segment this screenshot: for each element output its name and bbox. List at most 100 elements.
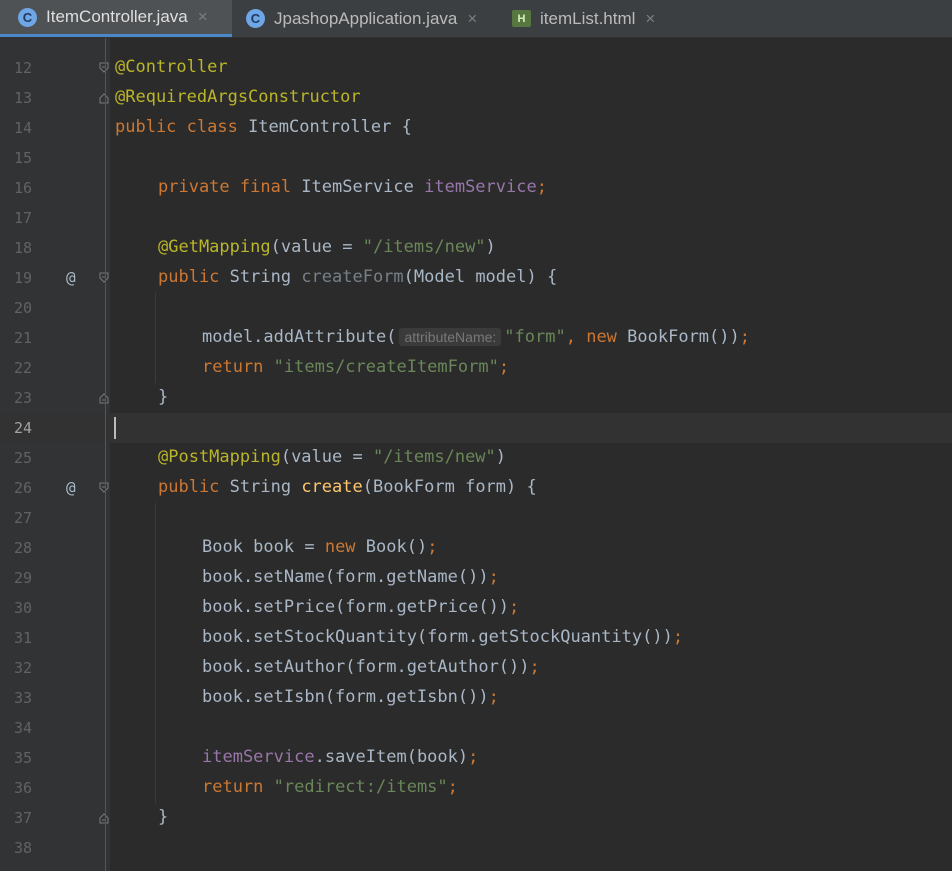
text-caret — [114, 417, 116, 439]
code-text: } — [158, 807, 169, 827]
override-marker-icon[interactable]: @ — [66, 478, 76, 497]
line-number: 14 — [13, 119, 32, 137]
code-text: model.addAttribute(attributeName: "form",… — [202, 327, 750, 347]
code-line[interactable]: 15 — [0, 143, 952, 173]
code-editor[interactable]: 11 12 @Controller 13 @RequiredArgsConstr… — [0, 38, 952, 871]
tab-jpashop-application[interactable]: C JpashopApplication.java × — [246, 0, 477, 37]
code-line[interactable]: 11 — [0, 38, 952, 45]
tab-item-controller[interactable]: C ItemController.java × — [0, 0, 232, 37]
tab-item-list-html[interactable]: H itemList.html × — [512, 0, 655, 37]
code-line[interactable]: 13 @RequiredArgsConstructor — [0, 83, 952, 113]
close-icon[interactable]: × — [645, 9, 655, 29]
code-line[interactable]: 33 book.setIsbn(form.getIsbn()); — [0, 683, 952, 713]
line-number: 35 — [13, 749, 32, 767]
fold-arrow-icon[interactable] — [99, 62, 109, 74]
line-number: 21 — [13, 329, 32, 347]
code-line[interactable]: 12 @Controller — [0, 53, 952, 83]
line-number: 28 — [13, 539, 32, 557]
java-class-icon: C — [18, 7, 37, 27]
override-marker-icon[interactable]: @ — [66, 268, 76, 287]
code-line[interactable]: 21 model.addAttribute(attributeName: "for… — [0, 323, 952, 353]
fold-end-icon[interactable] — [99, 92, 109, 104]
line-number: 38 — [13, 839, 32, 857]
code-text: private final ItemService itemService; — [158, 177, 547, 197]
line-number: 15 — [13, 149, 32, 167]
line-number: 34 — [13, 719, 32, 737]
line-number: 37 — [13, 809, 32, 827]
line-number: 16 — [13, 179, 32, 197]
fold-arrow-icon[interactable] — [99, 482, 109, 494]
line-number: 26 — [13, 479, 32, 497]
line-number: 12 — [13, 59, 32, 77]
line-number: 32 — [13, 659, 32, 677]
code-line[interactable]: 32 book.setAuthor(form.getAuthor()); — [0, 653, 952, 683]
line-number: 13 — [13, 89, 32, 107]
line-number: 25 — [13, 449, 32, 467]
code-text: @Controller — [115, 57, 228, 77]
fold-guide-line — [105, 38, 106, 871]
code-line[interactable]: 18 @GetMapping(value = "/items/new") — [0, 233, 952, 263]
indent-guide — [155, 293, 156, 383]
code-line[interactable]: 17 — [0, 203, 952, 233]
code-line[interactable]: 37 } — [0, 803, 952, 833]
fold-end-icon[interactable] — [99, 392, 109, 404]
code-line[interactable]: 36 return "redirect:/items"; — [0, 773, 952, 803]
line-number: 33 — [13, 689, 32, 707]
line-number: 20 — [13, 299, 32, 317]
line-number: 36 — [13, 779, 32, 797]
code-text: return "redirect:/items"; — [202, 777, 458, 797]
code-line[interactable]: 29 book.setName(form.getName()); — [0, 563, 952, 593]
code-line[interactable]: 38 — [0, 833, 952, 863]
code-line[interactable]: 26 @ public String create(BookForm form)… — [0, 473, 952, 503]
fold-arrow-icon[interactable] — [99, 272, 109, 284]
html-file-icon: H — [512, 10, 531, 27]
code-text: @GetMapping(value = "/items/new") — [158, 237, 496, 257]
line-number: 30 — [13, 599, 32, 617]
close-icon[interactable]: × — [467, 9, 477, 29]
parameter-hint: attributeName: — [399, 328, 502, 346]
code-line[interactable]: 25 @PostMapping(value = "/items/new") — [0, 443, 952, 473]
code-text: book.setName(form.getName()); — [202, 567, 499, 587]
code-line[interactable]: 31 book.setStockQuantity(form.getStockQu… — [0, 623, 952, 653]
line-number: 11 — [0, 38, 32, 39]
line-number: 17 — [13, 209, 32, 227]
code-line[interactable]: 27 — [0, 503, 952, 533]
code-line[interactable]: 14 public class ItemController { — [0, 113, 952, 143]
code-line[interactable]: 20 — [0, 293, 952, 323]
tab-label: ItemController.java — [46, 7, 188, 26]
line-number: 31 — [13, 629, 32, 647]
code-text: book.setPrice(form.getPrice()); — [202, 597, 520, 617]
code-line[interactable]: 23 } — [0, 383, 952, 413]
code-line[interactable]: 22 return "items/createItemForm"; — [0, 353, 952, 383]
line-number: 18 — [13, 239, 32, 257]
fold-end-icon[interactable] — [99, 812, 109, 824]
tab-label: itemList.html — [540, 8, 636, 28]
line-number: 29 — [13, 569, 32, 587]
code-text: } — [158, 387, 169, 407]
code-text: @RequiredArgsConstructor — [115, 87, 361, 107]
code-text: public class ItemController { — [115, 117, 412, 137]
line-number: 23 — [13, 389, 32, 407]
code-line[interactable]: 30 book.setPrice(form.getPrice()); — [0, 593, 952, 623]
code-text: book.setAuthor(form.getAuthor()); — [202, 657, 540, 677]
line-number: 27 — [13, 509, 32, 527]
code-text: return "items/createItemForm"; — [202, 357, 510, 377]
code-text: public String createForm(Model model) { — [158, 267, 558, 287]
code-line[interactable]: 19 @ public String createForm(Model mode… — [0, 263, 952, 293]
code-text: @PostMapping(value = "/items/new") — [158, 447, 507, 467]
current-code-line[interactable]: 24 — [0, 413, 952, 443]
close-icon[interactable]: × — [198, 7, 208, 27]
line-number: 19 — [13, 269, 32, 287]
code-text: book.setStockQuantity(form.getStockQuant… — [202, 627, 684, 647]
line-number: 22 — [13, 359, 32, 377]
code-line[interactable]: 34 — [0, 713, 952, 743]
code-text: book.setIsbn(form.getIsbn()); — [202, 687, 499, 707]
editor-tab-bar: C ItemController.java × C JpashopApplica… — [0, 0, 952, 38]
line-number: 24 — [13, 419, 32, 437]
code-line[interactable]: 28 Book book = new Book(); — [0, 533, 952, 563]
code-line[interactable]: 35 itemService.saveItem(book); — [0, 743, 952, 773]
indent-guide — [155, 503, 156, 803]
java-class-icon: C — [246, 9, 265, 28]
code-text: Book book = new Book(); — [202, 537, 438, 557]
code-line[interactable]: 16 private final ItemService itemService… — [0, 173, 952, 203]
